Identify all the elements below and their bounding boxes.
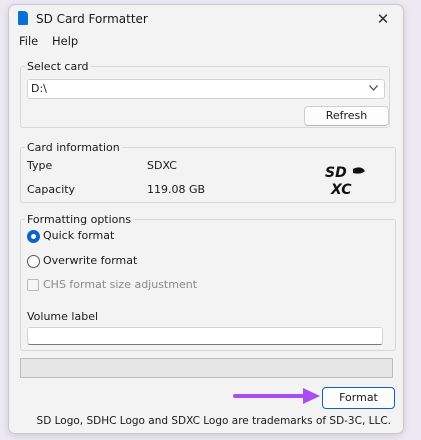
select-card-group: Select card D:\ Refresh (20, 60, 390, 128)
sdxc-logo-icon: SD XC (325, 165, 365, 197)
formatting-options-group: Formatting options Quick format Overwrit… (20, 213, 396, 351)
svg-text:XC: XC (330, 182, 352, 197)
menu-file[interactable]: File (19, 34, 38, 48)
quick-format-label: Quick format (43, 229, 115, 242)
capacity-label: Capacity (27, 183, 76, 196)
chevron-down-icon (369, 85, 378, 91)
app-window: SD Card Formatter ✕ File Help Select car… (8, 4, 404, 434)
chs-checkbox[interactable] (27, 279, 39, 291)
volume-label-caption: Volume label (27, 310, 99, 323)
card-information-legend: Card information (27, 141, 120, 154)
drive-value: D:\ (31, 82, 47, 95)
format-button[interactable]: Format (322, 387, 395, 409)
annotation-arrow-icon (233, 388, 320, 404)
select-card-legend: Select card (27, 60, 89, 73)
overwrite-format-option[interactable]: Overwrite format (27, 254, 167, 269)
formatting-options-legend: Formatting options (27, 213, 132, 226)
drive-dropdown[interactable]: D:\ (27, 79, 385, 99)
chs-format-option[interactable]: CHS format size adjustment (27, 278, 227, 293)
sd-card-icon (18, 11, 28, 25)
close-button[interactable]: ✕ (363, 5, 403, 33)
overwrite-format-radio[interactable] (27, 255, 40, 268)
capacity-value: 119.08 GB (147, 183, 206, 196)
svg-text:SD: SD (325, 165, 347, 181)
window-title: SD Card Formatter (36, 12, 148, 26)
overwrite-format-label: Overwrite format (43, 254, 138, 267)
type-label: Type (27, 159, 53, 172)
chs-label: CHS format size adjustment (43, 278, 198, 291)
format-progress-bar (20, 358, 393, 378)
quick-format-radio[interactable] (27, 230, 40, 243)
menu-help[interactable]: Help (52, 34, 78, 48)
refresh-button[interactable]: Refresh (304, 106, 389, 126)
title-bar: SD Card Formatter ✕ (9, 5, 403, 33)
trademark-footer: SD Logo, SDHC Logo and SDXC Logo are tra… (36, 415, 391, 427)
quick-format-option[interactable]: Quick format (27, 229, 147, 244)
card-information-group: Card information Type SDXC Capacity 119.… (20, 141, 396, 203)
volume-label-input[interactable] (27, 327, 383, 345)
type-value: SDXC (147, 159, 177, 172)
